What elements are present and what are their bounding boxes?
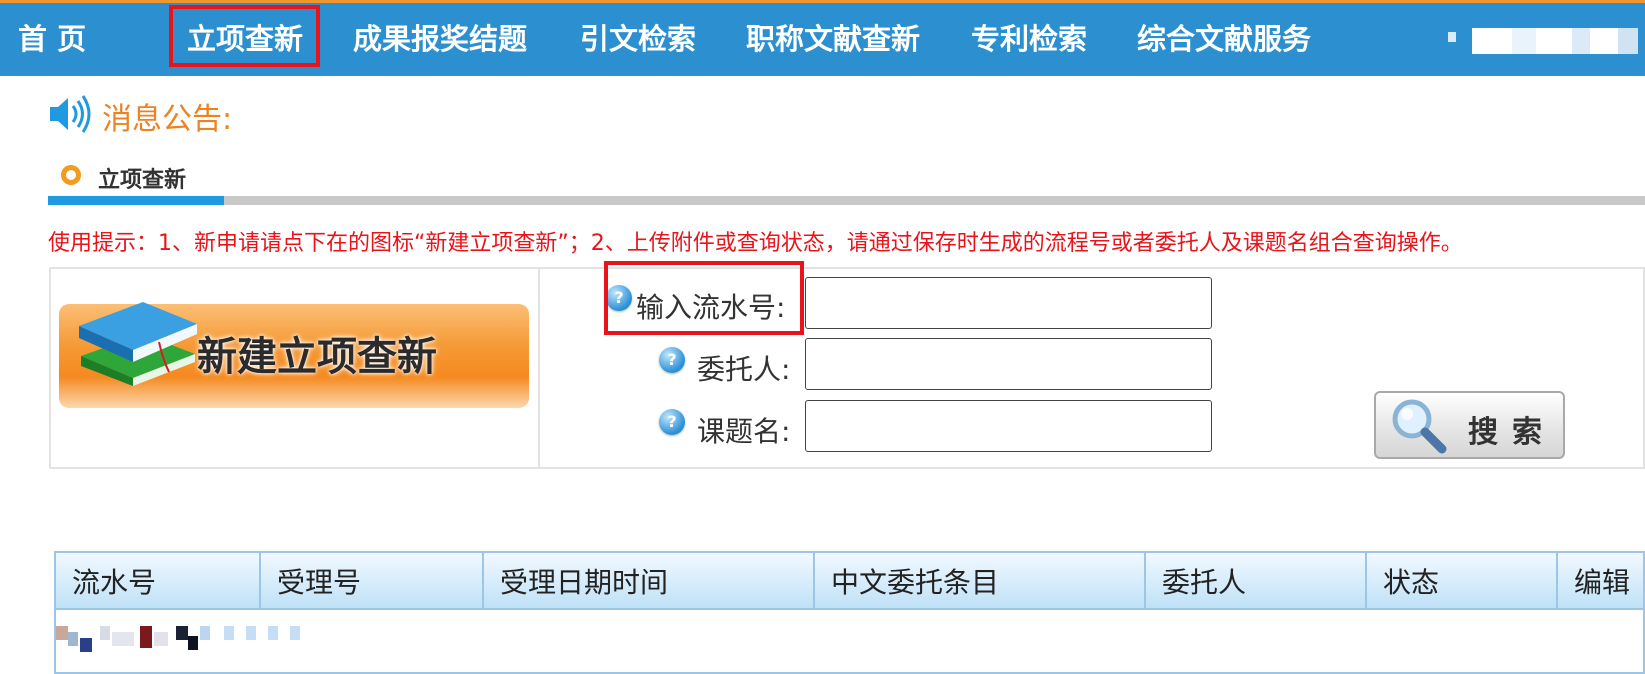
new-project-label: 新建立项查新 [197,334,437,380]
nav-item-literature-services[interactable]: 综合文献服务 [1137,3,1311,76]
topic-label: 课题名: [697,415,791,448]
search-button-label: 搜索 [1468,415,1556,450]
table-header-row: 流水号 受理号 受理日期时间 中文委托条目 委托人 状态 编辑 [54,551,1645,610]
section-title: 立项查新 [98,168,187,193]
column-header-client[interactable]: 委托人 [1144,551,1367,610]
help-icon[interactable]: ? [659,347,685,373]
client-label: 委托人: [697,353,791,386]
client-input[interactable] [805,338,1212,390]
section-divider-active [48,196,224,205]
results-table: 流水号 受理号 受理日期时间 中文委托条目 委托人 状态 编辑 [54,551,1645,674]
row-content-redacted [56,626,316,652]
column-header-edit[interactable]: 编辑 [1556,551,1645,610]
serial-number-input[interactable] [805,277,1212,329]
serial-number-label: 输入流水号: [636,291,786,324]
section-bullet-icon [61,165,81,185]
top-nav-bar: 首 页 立项查新 成果报奖结题 引文检索 职称文献查新 专利检索 综合文献服务 [0,0,1645,76]
usage-tip: 使用提示：1、新申请请点下在的图标“新建立项查新”；2、上传附件或查询状态，请通… [48,231,1463,256]
nav-item-citation-search[interactable]: 引文检索 [580,3,696,76]
topic-input[interactable] [805,400,1212,452]
section-divider [48,196,1645,205]
nav-item-home[interactable]: 首 页 [18,3,86,76]
help-icon[interactable]: ? [606,285,632,311]
nav-item-patent-search[interactable]: 专利检索 [971,3,1087,76]
nav-item-project-novelty[interactable]: 立项查新 [187,3,303,76]
magnifier-icon [1392,399,1447,454]
speaker-icon [50,95,91,133]
new-project-button[interactable]: 新建立项查新 [59,302,529,408]
user-info-redacted[interactable] [1448,28,1645,54]
column-header-accept-datetime[interactable]: 受理日期时间 [482,551,815,610]
search-button[interactable]: 搜索 [1374,391,1565,459]
column-header-serial[interactable]: 流水号 [54,551,261,610]
column-header-status[interactable]: 状态 [1365,551,1558,610]
nav-item-title-literature[interactable]: 职称文献查新 [746,3,920,76]
nav-item-achievement-award[interactable]: 成果报奖结题 [353,3,527,76]
books-icon [79,302,197,386]
column-header-cn-item[interactable]: 中文委托条目 [813,551,1146,610]
column-header-accept-no[interactable]: 受理号 [259,551,484,610]
panel-divider [538,269,540,467]
help-icon[interactable]: ? [659,409,685,435]
notice-label: 消息公告: [102,102,233,137]
